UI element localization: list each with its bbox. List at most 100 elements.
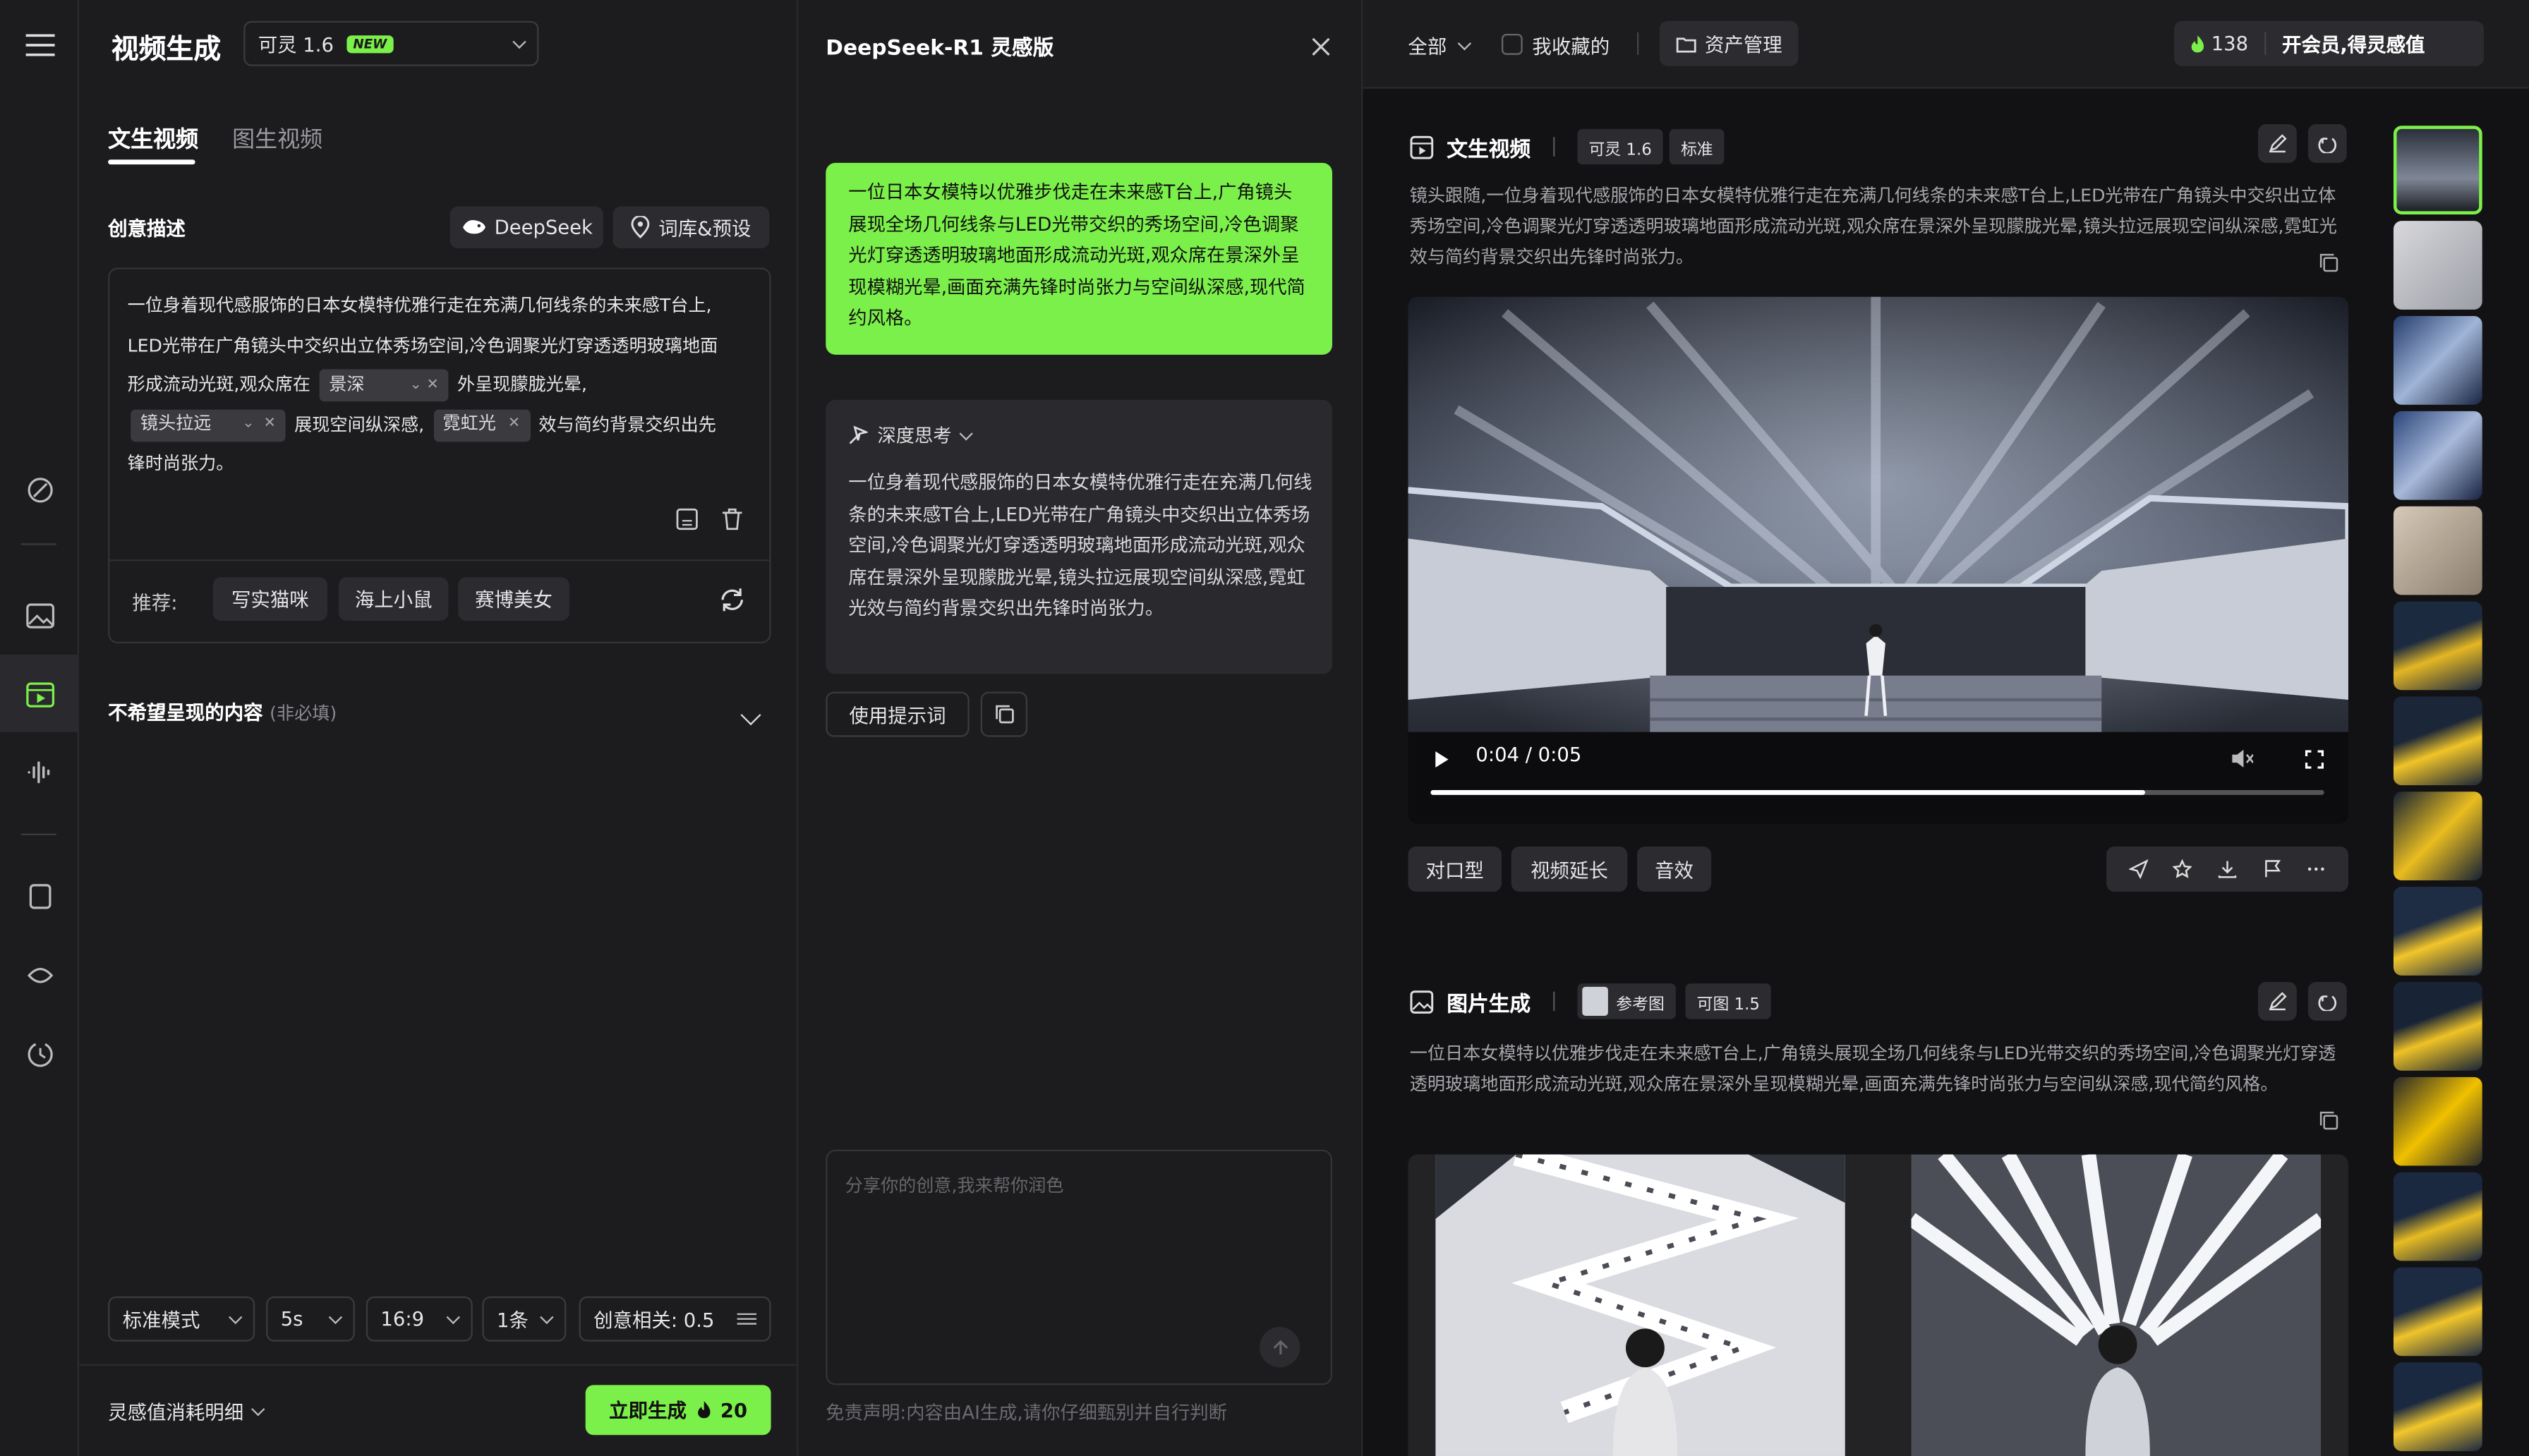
thumbnail-item[interactable]: [2393, 601, 2482, 691]
thumbnail-item[interactable]: [2393, 126, 2482, 214]
eye-icon[interactable]: [19, 954, 59, 995]
video-icon[interactable]: [19, 674, 59, 714]
card1-toolbar: [2106, 846, 2348, 892]
mode-select[interactable]: 标准模式: [108, 1296, 255, 1342]
thumbnail-item[interactable]: [2393, 315, 2482, 405]
thumbnail-item[interactable]: [2393, 1172, 2482, 1261]
box-icon[interactable]: [19, 875, 59, 916]
thumbnail-item[interactable]: [2393, 696, 2482, 786]
more-icon[interactable]: [2307, 859, 2326, 878]
generated-image-1[interactable]: [1435, 1154, 1845, 1456]
sliders-icon: [737, 1313, 756, 1325]
thinking-label: 深度思考: [877, 424, 952, 447]
thumbnail-item[interactable]: [2393, 411, 2482, 500]
recommend-label: 推荐:: [132, 591, 178, 614]
deepseek-button[interactable]: DeepSeek: [449, 206, 603, 248]
thumbnail-item[interactable]: [2393, 887, 2482, 976]
history-icon[interactable]: [19, 1033, 59, 1074]
reference-image-badge[interactable]: 参考图: [1577, 983, 1676, 1019]
ratio-select[interactable]: 16:9: [366, 1296, 473, 1342]
model-select[interactable]: 可灵 1.6 NEW: [243, 20, 539, 66]
video-progress-fill: [1430, 789, 2146, 795]
trash-icon[interactable]: [721, 506, 744, 537]
chevron-down-icon[interactable]: [740, 698, 761, 729]
vip-link[interactable]: 开会员,得灵感值: [2266, 30, 2441, 57]
share-icon[interactable]: [2128, 859, 2149, 879]
star-icon[interactable]: [2173, 859, 2193, 878]
count-select[interactable]: 1条: [482, 1296, 567, 1342]
thinking-toggle[interactable]: 深度思考: [848, 423, 973, 449]
play-icon[interactable]: [1434, 745, 1450, 775]
tag-label: 镜头拉远: [140, 413, 212, 435]
download-icon[interactable]: [2218, 859, 2237, 878]
prompt-tag-depth[interactable]: 景深 ⌄ ✕: [319, 369, 449, 402]
save-icon[interactable]: [676, 506, 699, 537]
count-value: 1条: [496, 1308, 529, 1331]
generate-cost: 20: [720, 1398, 748, 1421]
thumbnail-item[interactable]: [2393, 981, 2482, 1071]
favorites-checkbox[interactable]: [1501, 33, 1523, 55]
cost-detail-link[interactable]: 灵感值消耗明细: [108, 1398, 265, 1426]
prompt-tag-neon[interactable]: 霓虹光 ✕: [433, 408, 530, 442]
thumbnail-item[interactable]: [2393, 1362, 2482, 1452]
regenerate-button[interactable]: [2307, 981, 2347, 1021]
duration-select[interactable]: 5s: [266, 1296, 355, 1342]
filter-select[interactable]: 全部: [1408, 32, 1472, 60]
audio-icon[interactable]: [19, 751, 59, 791]
magic-icon[interactable]: [19, 469, 59, 509]
prompt-tag-zoomout[interactable]: 镜头拉远 ⌄ ✕: [131, 408, 286, 442]
mute-icon[interactable]: [2231, 745, 2255, 775]
copy-button[interactable]: [980, 691, 1027, 737]
prompt-box[interactable]: 一位身着现代感服饰的日本女模特优雅行走在充满几何线条的未来感T台上, LED光带…: [108, 267, 771, 643]
flag-icon[interactable]: [2262, 859, 2281, 878]
sound-effect-button[interactable]: 音效: [1636, 846, 1712, 892]
negative-prompt-label[interactable]: 不希望呈现的内容 (非必填): [108, 698, 337, 726]
edit-icon: [2269, 134, 2287, 153]
recommend-item[interactable]: 赛博美女: [458, 577, 569, 621]
close-icon[interactable]: [1311, 32, 1330, 63]
edit-button[interactable]: [2257, 981, 2297, 1021]
tab-underline: [108, 159, 195, 165]
tab-text-to-video[interactable]: 文生视频: [108, 123, 198, 155]
favorites-label[interactable]: 我收藏的: [1532, 32, 1610, 60]
send-button[interactable]: [1260, 1327, 1300, 1368]
tab-image-to-video[interactable]: 图生视频: [232, 123, 322, 155]
extend-video-button[interactable]: 视频延长: [1511, 846, 1628, 892]
video-progress-track[interactable]: [1430, 789, 2324, 795]
thumbnail-item[interactable]: [2393, 791, 2482, 880]
flame-icon: [2191, 35, 2204, 52]
whale-icon: [461, 219, 485, 234]
generate-button[interactable]: 立即生成 20: [585, 1385, 771, 1436]
image-results: [1408, 1154, 2348, 1456]
thumbnail-item[interactable]: [2393, 1267, 2482, 1357]
thumbnail-item[interactable]: [2393, 221, 2482, 310]
recommend-item[interactable]: 海上小鼠: [338, 577, 449, 621]
copy-icon[interactable]: [2319, 248, 2338, 279]
card2-description: 一位日本女模特以优雅步伐走在未来感T台上,广角镜头展现全场几何线条与LED光带交…: [1409, 1043, 2336, 1095]
membership-bar[interactable]: 138 开会员,得灵感值: [2174, 20, 2484, 66]
folder-icon: [1676, 37, 1696, 52]
assets-button[interactable]: 资产管理: [1659, 20, 1799, 66]
refresh-icon[interactable]: [719, 587, 745, 619]
generated-image-2[interactable]: [1911, 1154, 2322, 1456]
prompt-segment: 形成流动光斑,观众席在: [127, 374, 310, 395]
prompt-text[interactable]: 一位身着现代感服饰的日本女模特优雅行走在充满几何线条的未来感T台上, LED光带…: [128, 287, 760, 485]
fullscreen-icon[interactable]: [2305, 745, 2324, 775]
regenerate-button[interactable]: [2307, 123, 2347, 163]
menu-icon[interactable]: [19, 24, 59, 64]
relevance-setting[interactable]: 创意相关: 0.5: [579, 1296, 771, 1342]
copy-icon[interactable]: [2319, 1106, 2338, 1136]
thumbnail-item[interactable]: [2393, 1076, 2482, 1166]
deepseek-button-label: DeepSeek: [494, 216, 593, 239]
video-player[interactable]: 0:04 / 0:05: [1408, 296, 2348, 824]
edit-button[interactable]: [2257, 123, 2297, 163]
deepseek-input[interactable]: 分享你的创意,我来帮你润色: [826, 1149, 1332, 1385]
thumbnail-item[interactable]: [2393, 506, 2482, 595]
video-time: 0:04 / 0:05: [1475, 743, 1582, 766]
presets-button[interactable]: 词库&预设: [612, 206, 770, 248]
recommend-item[interactable]: 写实猫咪: [212, 577, 327, 621]
use-prompt-button[interactable]: 使用提示词: [826, 691, 970, 737]
tag-label: 霓虹光: [442, 413, 496, 435]
image-icon[interactable]: [19, 595, 59, 635]
lipsync-button[interactable]: 对口型: [1408, 846, 1502, 892]
